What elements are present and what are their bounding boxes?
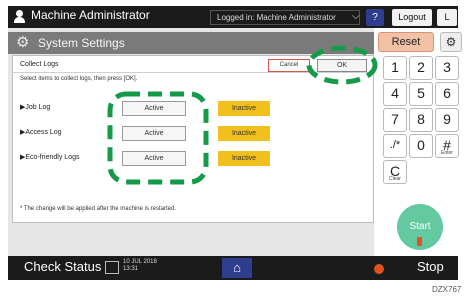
active-buttons-highlight bbox=[107, 91, 209, 185]
ok-button-highlight bbox=[306, 45, 378, 85]
highlight-overlay bbox=[107, 45, 378, 185]
